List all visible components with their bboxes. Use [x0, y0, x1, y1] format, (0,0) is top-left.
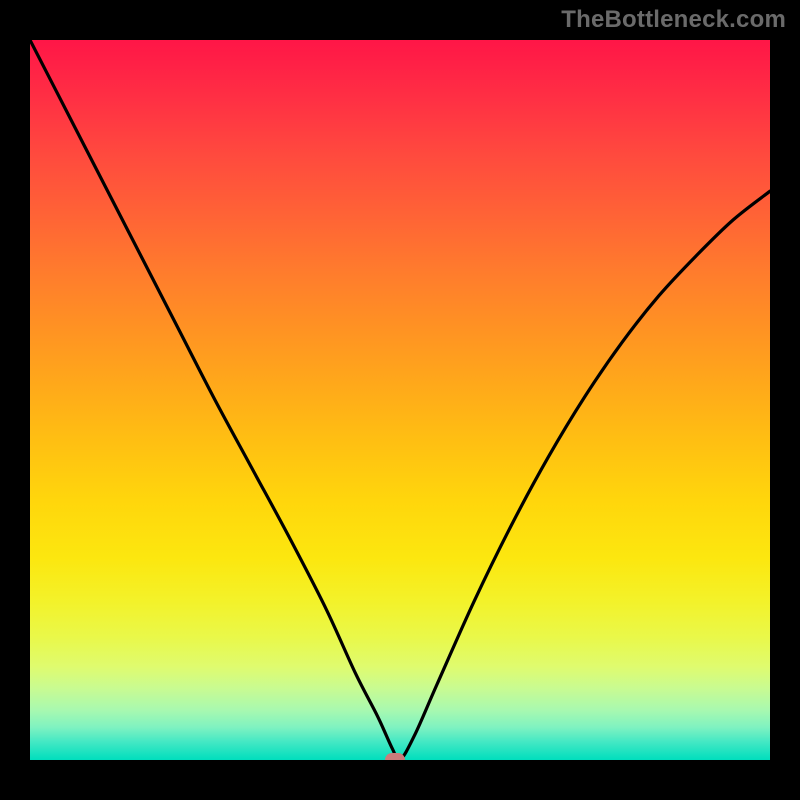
chart-frame: TheBottleneck.com [0, 0, 800, 800]
plot-area [30, 40, 770, 760]
bottleneck-curve [30, 40, 770, 760]
watermark-text: TheBottleneck.com [561, 6, 786, 34]
minimum-marker [385, 753, 405, 760]
